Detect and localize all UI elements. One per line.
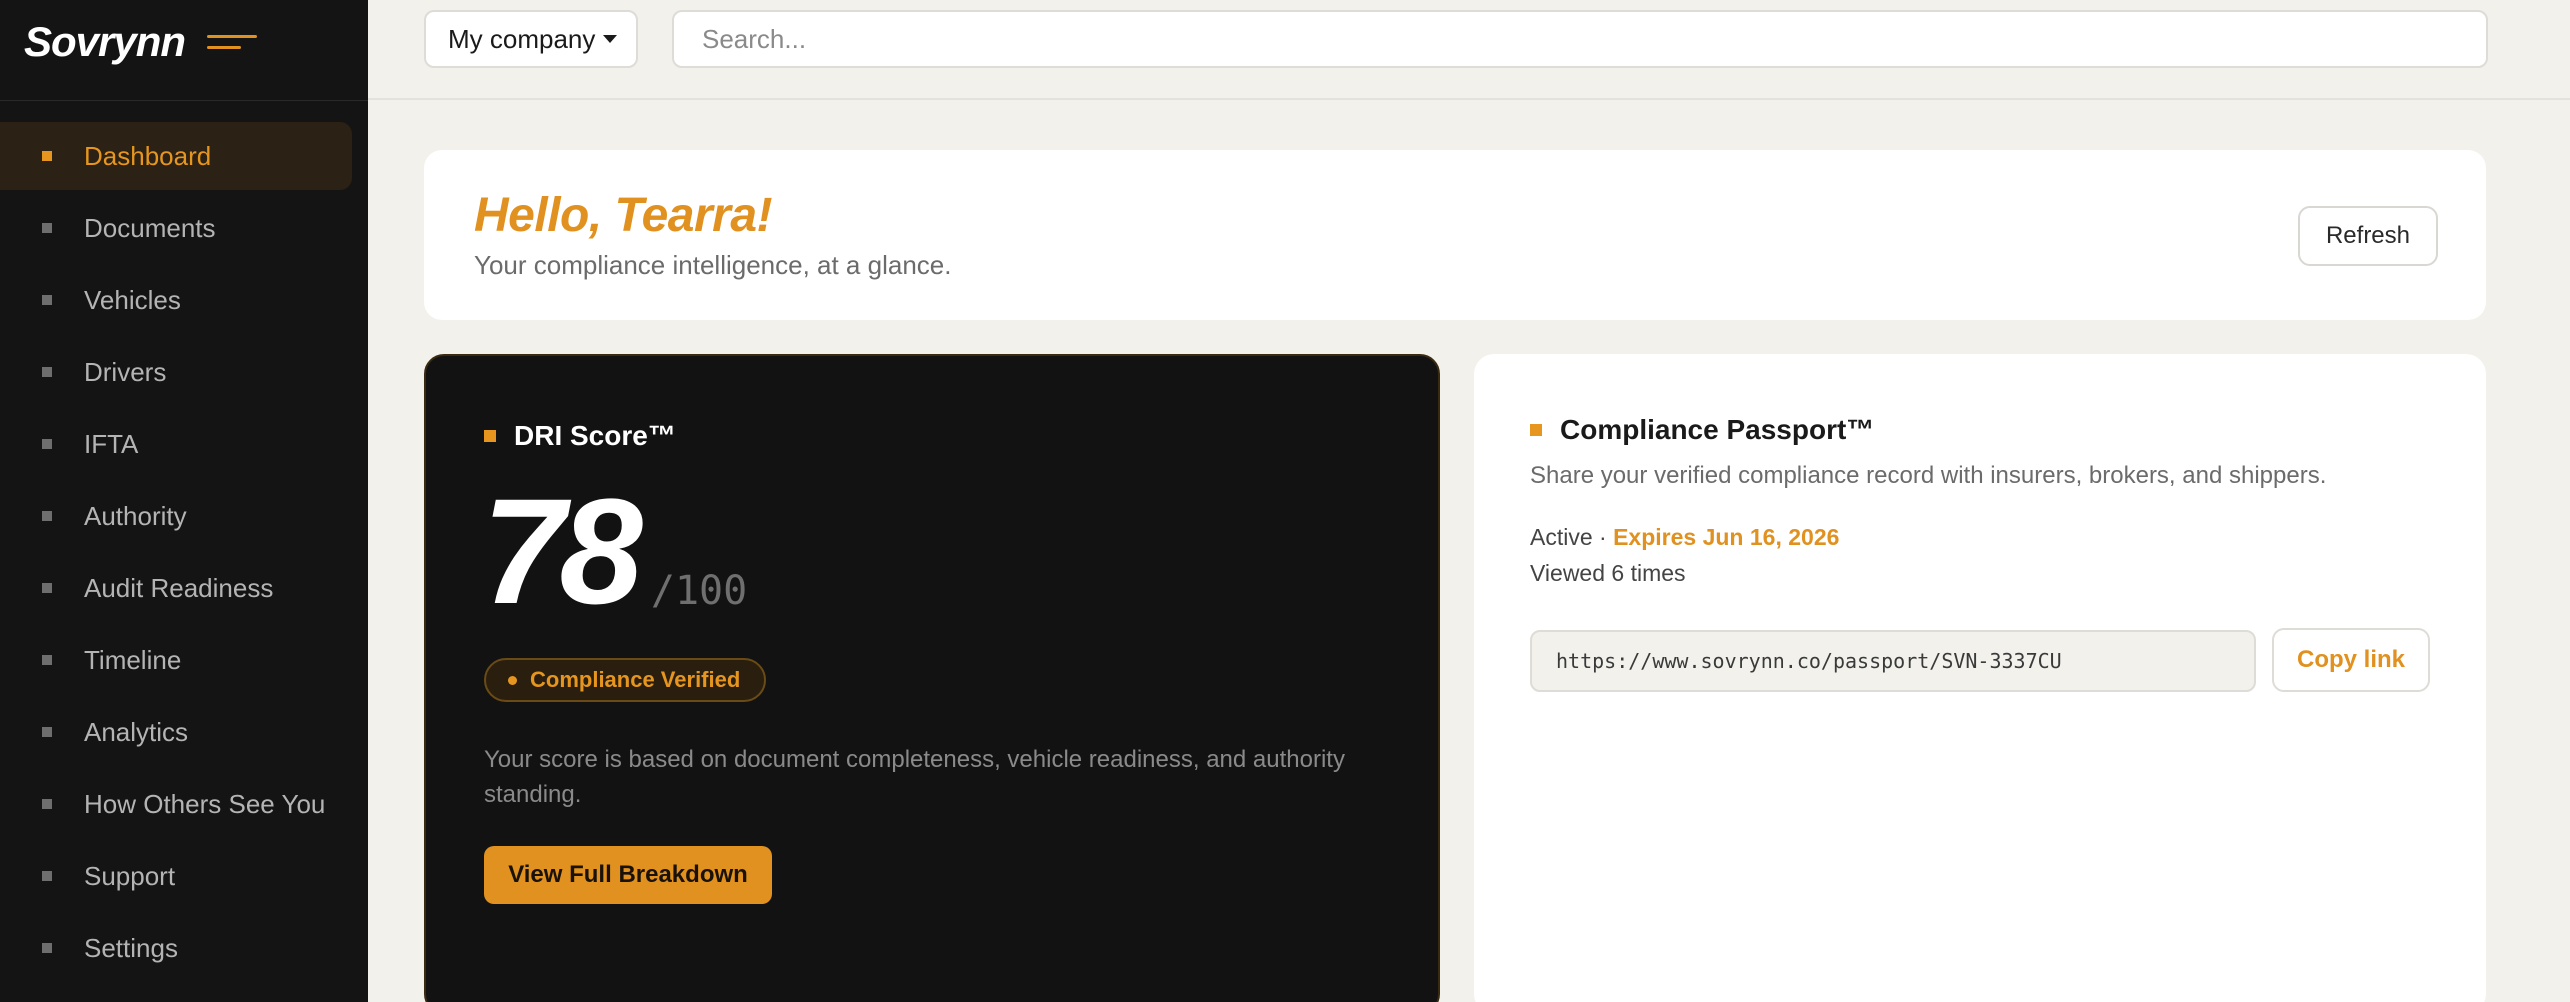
sidebar-item-authority[interactable]: Authority xyxy=(0,482,352,550)
bullet-icon xyxy=(42,943,52,953)
dri-card-title: DRI Score™ xyxy=(514,420,676,451)
sidebar-item-label: Dashboard xyxy=(84,140,212,171)
sidebar-item-label: IFTA xyxy=(84,428,139,459)
sidebar-item-ifta[interactable]: IFTA xyxy=(0,410,352,478)
sidebar-item-drivers[interactable]: Drivers xyxy=(0,338,352,406)
copy-link-button[interactable]: Copy link xyxy=(2272,628,2430,692)
sidebar: Sovrynn Dashboard Documents Vehicles Dri… xyxy=(0,0,368,1002)
sidebar-item-vehicles[interactable]: Vehicles xyxy=(0,266,352,334)
greeting-card: Hello, Tearra! Your compliance intellige… xyxy=(424,150,2486,320)
passport-status-value: Active xyxy=(1530,524,1593,550)
company-select[interactable]: My company xyxy=(424,10,638,68)
hamburger-icon[interactable] xyxy=(207,30,259,54)
bullet-icon xyxy=(42,295,52,305)
sidebar-item-dashboard[interactable]: Dashboard xyxy=(0,122,352,190)
bullet-icon xyxy=(42,367,52,377)
search-input[interactable] xyxy=(672,10,2488,68)
greeting-subtitle: Your compliance intelligence, at a glanc… xyxy=(474,250,952,280)
bullet-icon xyxy=(42,727,52,737)
bullet-icon xyxy=(42,871,52,881)
sidebar-item-analytics[interactable]: Analytics xyxy=(0,698,352,766)
square-bullet-icon xyxy=(484,430,496,442)
sidebar-item-label: Authority xyxy=(84,500,187,531)
bullet-icon xyxy=(42,583,52,593)
sidebar-divider xyxy=(0,100,368,101)
brand-logo[interactable]: Sovrynn xyxy=(24,18,186,66)
passport-subtitle: Share your verified compliance record wi… xyxy=(1530,462,2327,489)
sidebar-nav: Dashboard Documents Vehicles Drivers IFT… xyxy=(0,122,368,986)
passport-card-header: Compliance Passport™ xyxy=(1530,414,1874,446)
compliance-passport-card: Compliance Passport™ Share your verified… xyxy=(1474,354,2486,1002)
sidebar-item-label: Timeline xyxy=(84,644,182,675)
refresh-button[interactable]: Refresh xyxy=(2298,206,2438,266)
status-dot-icon xyxy=(508,676,517,685)
square-bullet-icon xyxy=(1530,424,1542,436)
dri-description: Your score is based on document complete… xyxy=(484,746,1345,808)
dri-card-header: DRI Score™ xyxy=(484,420,676,452)
bullet-icon xyxy=(42,223,52,233)
sidebar-item-label: Analytics xyxy=(84,716,189,747)
topbar: My company xyxy=(368,0,2570,100)
score-display: 78 /100 xyxy=(482,476,747,626)
bullet-icon xyxy=(42,655,52,665)
passport-card-title: Compliance Passport™ xyxy=(1560,414,1875,445)
score-value: 78 xyxy=(482,467,643,635)
status-badge: Compliance Verified xyxy=(484,658,767,702)
sidebar-item-label: Drivers xyxy=(84,356,167,387)
sidebar-item-label: Settings xyxy=(84,932,178,963)
brand: Sovrynn xyxy=(24,18,259,66)
passport-status: Active · Expires Jun 16, 2026 xyxy=(1530,524,1839,551)
sidebar-item-support[interactable]: Support xyxy=(0,842,352,910)
sidebar-item-timeline[interactable]: Timeline xyxy=(0,626,352,694)
passport-expiry: Expires Jun 16, 2026 xyxy=(1613,524,1840,550)
sidebar-item-audit-readiness[interactable]: Audit Readiness xyxy=(0,554,352,622)
sidebar-item-documents[interactable]: Documents xyxy=(0,194,352,262)
view-full-breakdown-button[interactable]: View Full Breakdown xyxy=(484,846,772,904)
greeting-title: Hello, Tearra! xyxy=(474,189,773,242)
sidebar-item-label: How Others See You xyxy=(84,788,326,819)
bullet-icon xyxy=(42,151,52,161)
caret-down-icon xyxy=(603,35,618,43)
sidebar-item-how-others-see-you[interactable]: How Others See You xyxy=(0,770,352,838)
bullet-icon xyxy=(42,799,52,809)
dri-score-card: DRI Score™ 78 /100 Compliance Verified Y… xyxy=(424,354,1440,1002)
company-select-value: My company xyxy=(448,23,596,54)
status-badge-label: Compliance Verified xyxy=(530,667,741,692)
sidebar-item-label: Support xyxy=(84,860,176,891)
sidebar-item-label: Vehicles xyxy=(84,284,181,315)
sidebar-item-label: Documents xyxy=(84,212,216,243)
passport-views: Viewed 6 times xyxy=(1530,560,1686,586)
bullet-icon xyxy=(42,439,52,449)
sidebar-item-settings[interactable]: Settings xyxy=(0,914,352,982)
status-separator: · xyxy=(1592,524,1614,550)
bullet-icon xyxy=(42,511,52,521)
sidebar-item-label: Audit Readiness xyxy=(84,572,274,603)
score-max: /100 xyxy=(650,568,748,614)
passport-link-field[interactable] xyxy=(1530,630,2256,692)
